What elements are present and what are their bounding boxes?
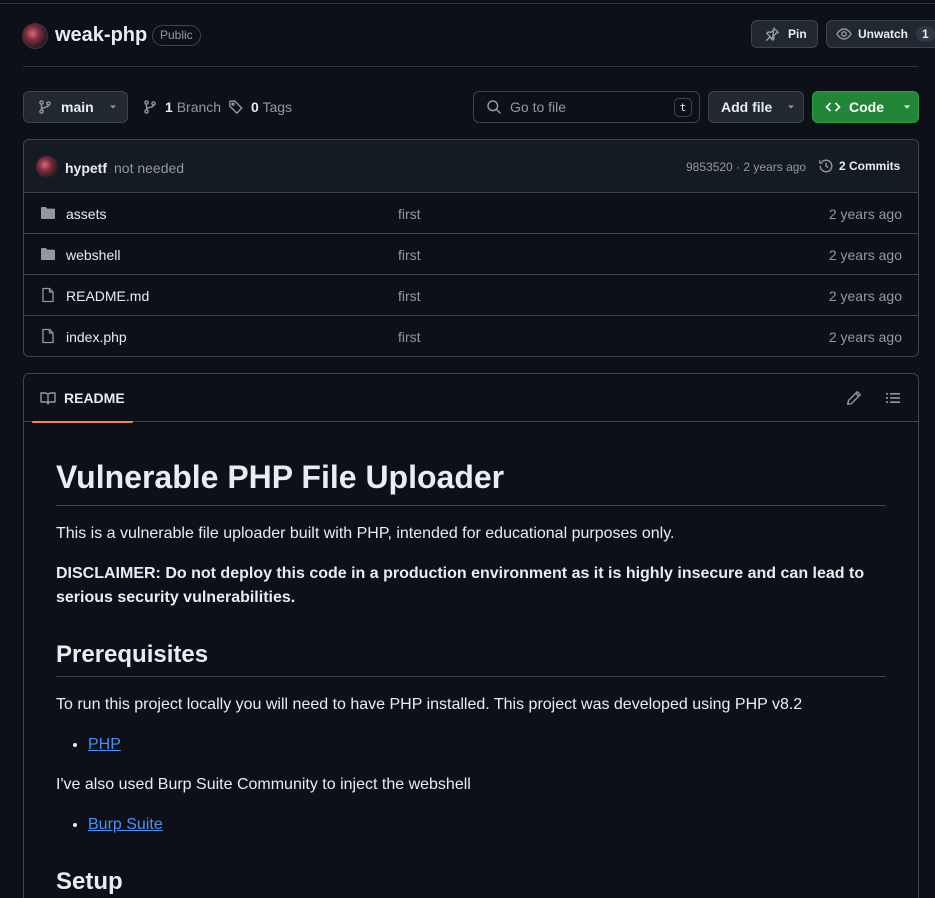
pencil-icon[interactable] — [846, 390, 862, 406]
prerequisites-heading: Prerequisites — [56, 640, 886, 678]
file-age: 2 years ago — [828, 206, 902, 222]
readme-tab[interactable]: README — [32, 374, 133, 423]
add-file-label: Add file — [721, 99, 773, 115]
eye-icon — [836, 26, 852, 42]
history-icon — [818, 158, 834, 174]
file-age: 2 years ago — [828, 329, 902, 345]
tag-label: Tags — [262, 99, 293, 115]
top-border — [0, 3, 935, 4]
file-name[interactable]: index.php — [66, 329, 127, 345]
folder-icon — [40, 205, 56, 221]
readme-content: Vulnerable PHP File Uploader This is a v… — [56, 422, 886, 898]
unwatch-label: Unwatch — [858, 27, 909, 41]
branch-count: 1 — [165, 99, 173, 115]
file-icon — [40, 328, 56, 344]
git-branch-icon — [37, 99, 53, 115]
file-commit-message[interactable]: first — [398, 247, 421, 263]
file-row[interactable]: README.md first 2 years ago — [24, 275, 918, 316]
commit-hash-age[interactable]: 9853520 · 2 years ago — [686, 160, 806, 174]
unwatch-button[interactable]: Unwatch 1 — [826, 20, 935, 48]
outline-icon[interactable] — [885, 390, 901, 406]
git-branch-icon — [142, 99, 158, 115]
file-name[interactable]: assets — [66, 206, 106, 222]
watch-count: 1 — [916, 26, 935, 42]
tag-icon — [228, 99, 244, 115]
readme-disclaimer: DISCLAIMER: Do not deploy this code in a… — [56, 565, 865, 607]
book-icon — [40, 390, 56, 406]
file-commit-message[interactable]: first — [398, 288, 421, 304]
readme-header: README — [24, 374, 918, 423]
list-item: Burp Suite — [88, 813, 886, 837]
code-button[interactable]: Code — [812, 91, 919, 123]
commits-label: 2 Commits — [839, 159, 901, 173]
chevron-down-icon — [108, 102, 118, 112]
pin-label: Pin — [788, 27, 807, 41]
chevron-down-icon — [786, 102, 796, 112]
chevron-down-icon — [902, 102, 912, 112]
readme-tab-label: README — [64, 390, 125, 406]
branch-name: main — [61, 99, 94, 115]
commit-message[interactable]: not needed — [114, 160, 184, 176]
file-icon — [40, 287, 56, 303]
branches-link[interactable]: 1 Branch — [142, 99, 221, 115]
go-to-file-placeholder: Go to file — [510, 99, 567, 115]
tags-link[interactable]: 0 Tags — [228, 99, 292, 115]
branch-label: Branch — [176, 99, 222, 115]
readme-intro: This is a vulnerable file uploader built… — [56, 525, 675, 543]
code-label: Code — [849, 99, 884, 115]
visibility-badge: Public — [152, 25, 201, 46]
prerequisites-list: PHP — [56, 733, 886, 757]
go-to-file-input[interactable]: Go to file t — [473, 91, 700, 123]
commit-author[interactable]: hypetf — [65, 160, 107, 176]
code-icon — [825, 99, 841, 115]
file-commit-message[interactable]: first — [398, 329, 421, 345]
prerequisites-text: To run this project locally you will nee… — [56, 696, 803, 714]
shortcut-key: t — [674, 98, 692, 117]
commits-link[interactable]: 2 Commits — [818, 158, 900, 174]
pin-icon — [764, 26, 780, 42]
tools-list: Burp Suite — [56, 813, 886, 837]
burp-text: I've also used Burp Suite Community to i… — [56, 776, 471, 794]
repo-name[interactable]: weak-php — [55, 24, 147, 47]
list-item: PHP — [88, 733, 886, 757]
search-icon — [486, 99, 502, 115]
folder-icon — [40, 246, 56, 262]
readme-title: Vulnerable PHP File Uploader — [56, 458, 886, 507]
file-age: 2 years ago — [828, 247, 902, 263]
header-divider — [23, 66, 918, 67]
file-name[interactable]: README.md — [66, 288, 149, 304]
burp-suite-link[interactable]: Burp Suite — [88, 816, 163, 833]
tag-count: 0 — [251, 99, 259, 115]
author-avatar[interactable] — [36, 156, 58, 178]
file-row[interactable]: webshell first 2 years ago — [24, 234, 918, 275]
pin-button[interactable]: Pin — [751, 20, 818, 48]
file-row[interactable]: assets first 2 years ago — [24, 193, 918, 234]
owner-avatar[interactable] — [22, 23, 48, 49]
file-age: 2 years ago — [828, 288, 902, 304]
branch-selector[interactable]: main — [23, 91, 128, 123]
setup-heading: Setup — [56, 867, 886, 898]
latest-commit-bar: hypetf not needed 9853520 · 2 years ago … — [24, 140, 918, 193]
file-table: hypetf not needed 9853520 · 2 years ago … — [23, 139, 919, 357]
php-link[interactable]: PHP — [88, 736, 121, 753]
add-file-button[interactable]: Add file — [708, 91, 804, 123]
file-commit-message[interactable]: first — [398, 206, 421, 222]
file-row[interactable]: index.php first 2 years ago — [24, 316, 918, 356]
readme-panel: README Vulnerable PHP File Uploader This… — [23, 373, 919, 898]
file-name[interactable]: webshell — [66, 247, 120, 263]
